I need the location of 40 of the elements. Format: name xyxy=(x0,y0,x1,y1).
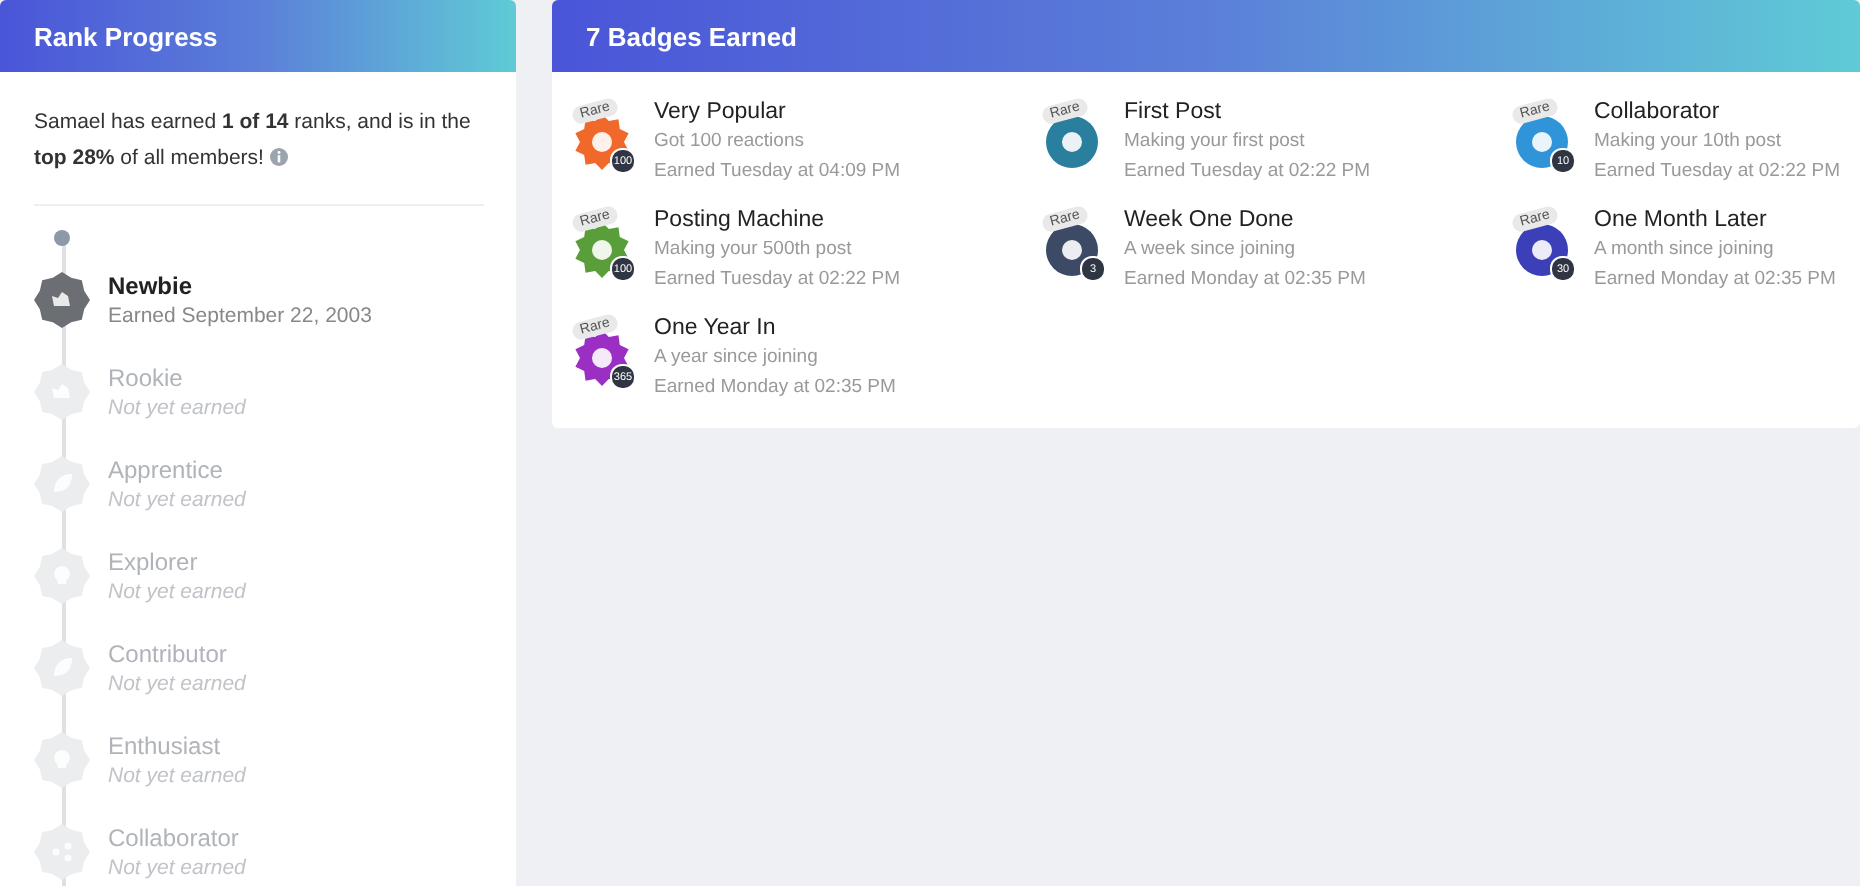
earned-date: Earned Tuesday at 02:22 PM xyxy=(1124,158,1371,184)
badge-name: Posting Machine xyxy=(654,208,827,232)
timeline-dot xyxy=(54,230,70,246)
rank-name: Enthusiast xyxy=(108,732,223,760)
rank-name: Collaborator xyxy=(108,824,241,852)
badge-description: Got 100 reactions xyxy=(654,128,806,154)
earned-date: Earned Tuesday at 02:22 PM xyxy=(654,266,901,292)
badge-name: Week One Done xyxy=(1124,208,1296,232)
rank-status: Earned September 22, 2003 xyxy=(108,304,372,328)
panel-title: 7 Badges Earned xyxy=(552,0,1860,72)
earned-date: Earned Monday at 02:35 PM xyxy=(1594,266,1836,292)
rank-name: Rookie xyxy=(108,364,185,392)
earned-date: Earned Tuesday at 04:09 PM xyxy=(654,158,901,184)
rank-name: Contributor xyxy=(108,640,229,668)
badge-name: One Month Later xyxy=(1594,208,1769,232)
badge-name: First Post xyxy=(1124,100,1224,124)
badge-description: A month since joining xyxy=(1594,236,1776,262)
rank-status: Not yet earned xyxy=(108,672,246,696)
earned-date: Earned Tuesday at 02:22 PM xyxy=(1594,158,1841,184)
rank-summary: Samael has earned 1 of 14 ranks, and is in the top 28% of all members! xyxy=(32,108,473,174)
rank-name: Apprentice xyxy=(108,456,225,484)
rank-name: Explorer xyxy=(108,548,200,576)
badge-description: Making your first post xyxy=(1124,128,1307,154)
badge-name: One Year In xyxy=(654,316,778,340)
rank-name: Newbie xyxy=(108,272,195,300)
badge-description: A year since joining xyxy=(654,344,820,370)
earned-date: Earned Monday at 02:35 PM xyxy=(654,374,896,400)
badge-description: A week since joining xyxy=(1124,236,1298,262)
rank-status: Not yet earned xyxy=(108,488,246,512)
badge-name: Collaborator xyxy=(1594,100,1722,124)
earned-date: Earned Monday at 02:35 PM xyxy=(1124,266,1366,292)
badge-name: Very Popular xyxy=(654,100,788,124)
rank-status: Not yet earned xyxy=(108,580,246,604)
rank-status: Not yet earned xyxy=(108,856,246,880)
badge-description: Making your 10th post xyxy=(1594,128,1783,154)
panel-title: Rank Progress xyxy=(0,0,516,72)
rank-status: Not yet earned xyxy=(108,764,246,788)
badge-description: Making your 500th post xyxy=(654,236,854,262)
rank-status: Not yet earned xyxy=(108,396,246,420)
info-icon[interactable] xyxy=(269,148,288,166)
